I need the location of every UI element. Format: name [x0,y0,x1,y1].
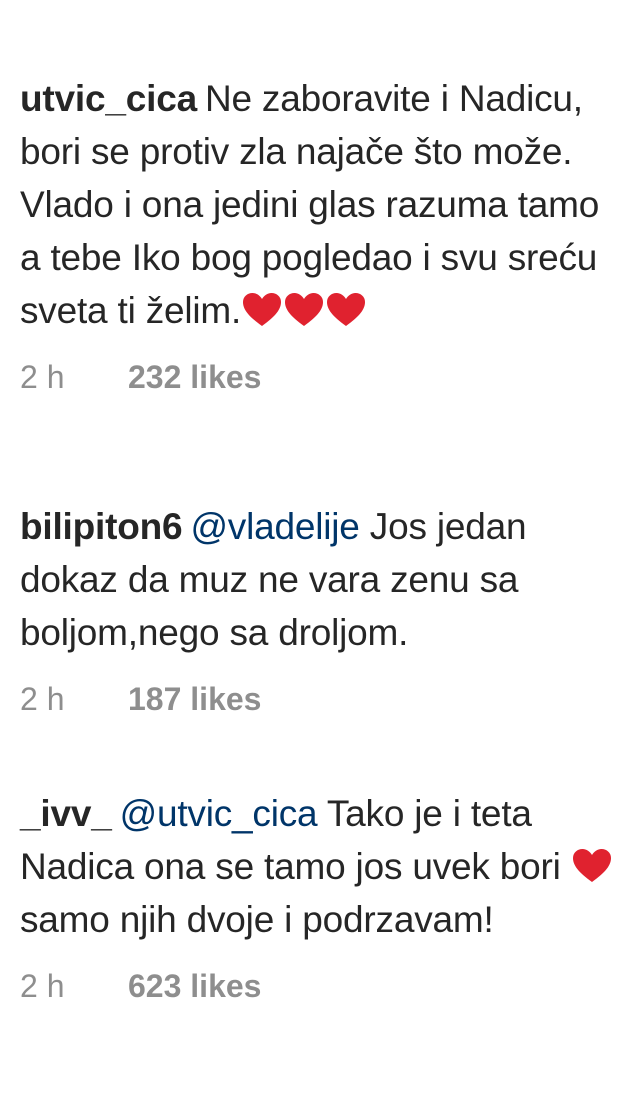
comment-username[interactable]: utvic_cica [20,78,197,119]
comment-mention[interactable]: @utvic_cica [120,793,318,834]
comment-body: _ivv_ @utvic_cica Tako je i teta Nadica o… [20,787,616,946]
comment-item: utvic_cica Ne zaboravite i Nadicu, bori s… [20,72,616,396]
comment-time: 2 h [20,681,65,717]
comment-username[interactable]: bilipiton6 [20,506,183,547]
comment-time: 2 h [20,968,65,1004]
comment-body: bilipiton6 @vladelije Jos jedan dokaz da … [20,500,616,659]
comment-meta: 2 h 232 likes [20,359,616,396]
red-heart-emoji-icon [326,289,366,326]
comment-body: utvic_cica Ne zaboravite i Nadicu, bori s… [20,72,616,337]
comment-username[interactable]: _ivv_ [20,793,112,834]
comment-text-continued: samo njih dvoje i podrzavam! [20,899,494,940]
comment-meta: 2 h 623 likes [20,968,616,1005]
comment-mention[interactable]: @vladelije [190,506,359,547]
comment-likes[interactable]: 232 likes [128,359,261,396]
comment-item: bilipiton6 @vladelije Jos jedan dokaz da … [20,500,616,718]
red-heart-emoji-icon [572,845,612,882]
comment-time: 2 h [20,359,65,395]
comment-item: _ivv_ @utvic_cica Tako je i teta Nadica o… [20,787,616,1005]
comment-meta: 2 h 187 likes [20,681,616,718]
red-heart-emoji-icon [284,289,324,326]
comment-likes[interactable]: 623 likes [128,968,261,1005]
comment-likes[interactable]: 187 likes [128,681,261,718]
red-heart-emoji-icon [242,289,282,326]
